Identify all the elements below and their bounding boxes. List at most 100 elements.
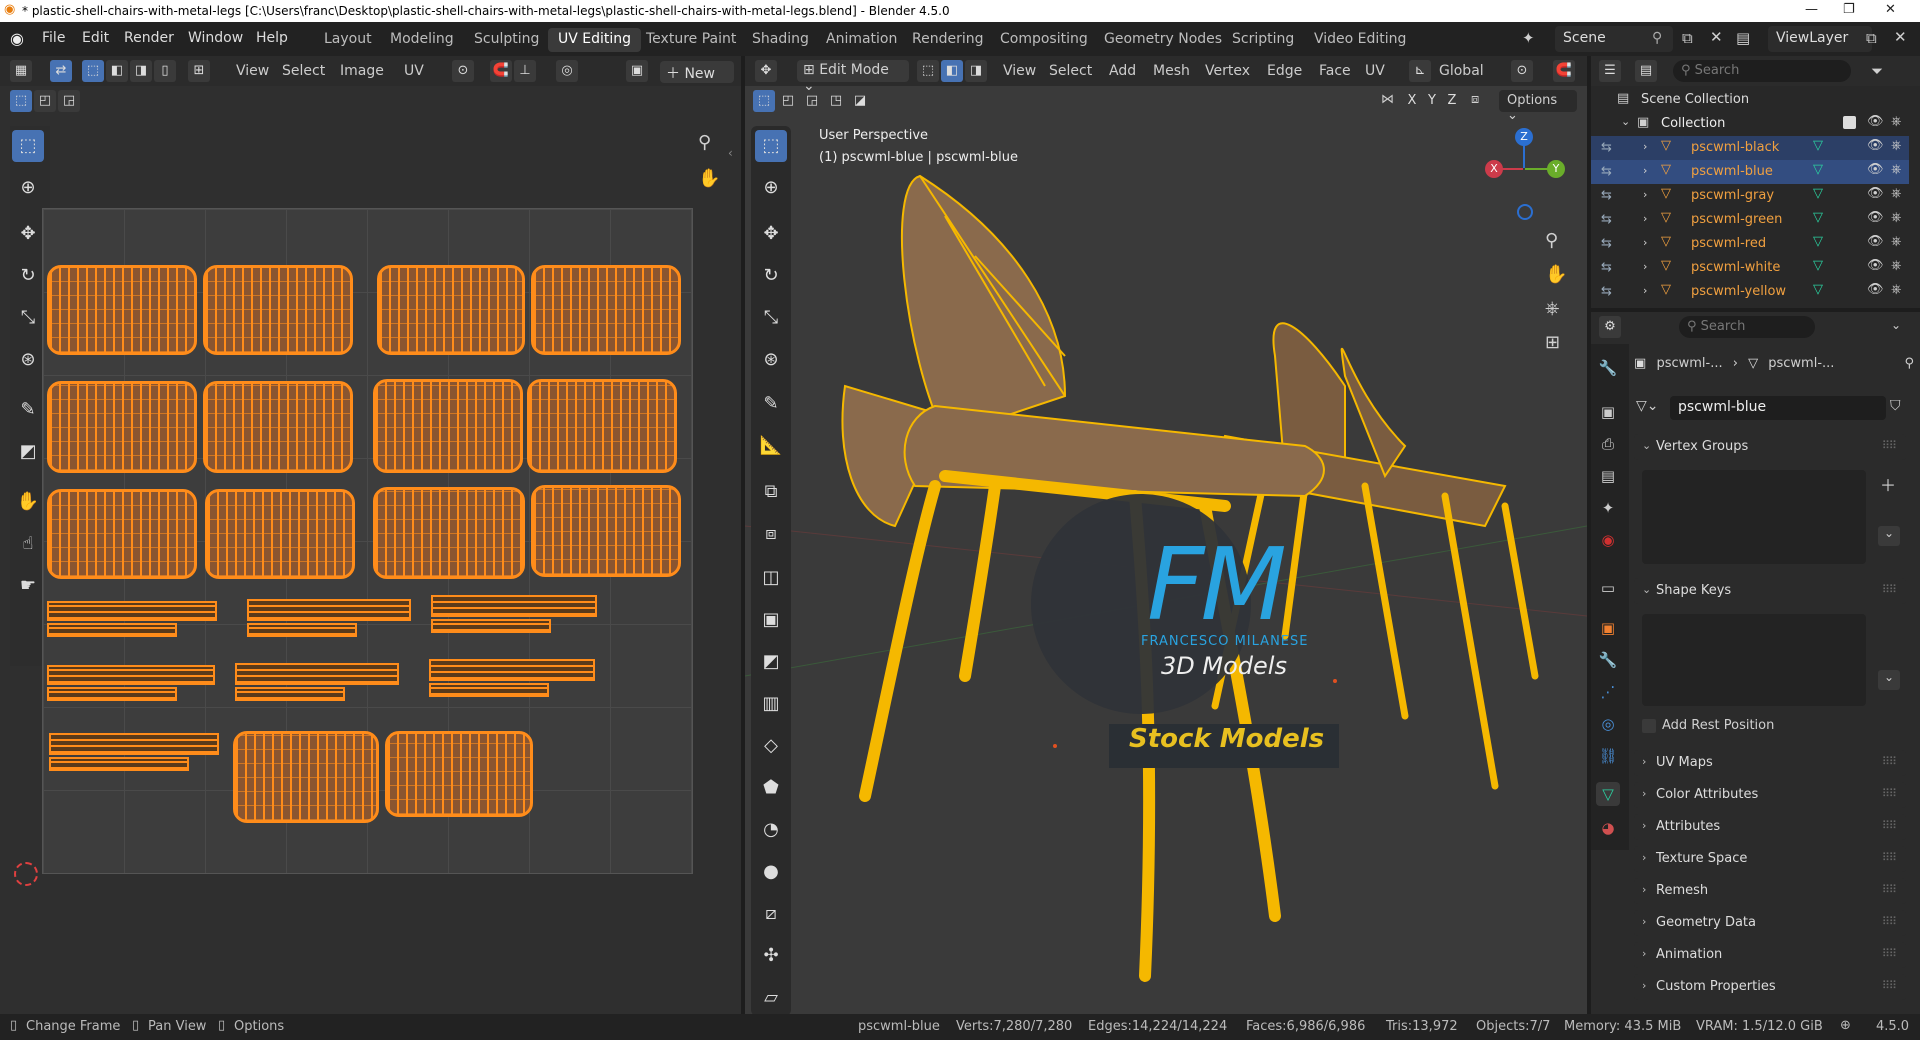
uv-leg-strip[interactable] [235, 687, 345, 701]
mesh-data-icon[interactable]: ▽ [1813, 210, 1823, 225]
vp-move-tool-icon[interactable]: ✥ [755, 218, 787, 250]
outliner-search[interactable]: ⚲ Search [1673, 60, 1851, 82]
vertex-groups-panel[interactable]: ⌄ Vertex Groups ⠿⠿ [1634, 434, 1906, 460]
scale-tool-icon[interactable]: ⤡ [12, 302, 44, 334]
uv-leg-strip[interactable] [429, 683, 549, 697]
outliner-object-row[interactable]: ⇆ › ▽ pscwml-green ▽ 👁 ⎈ [1591, 208, 1909, 232]
uv-island[interactable] [531, 485, 681, 577]
expand-icon[interactable]: ⌄ [1621, 115, 1630, 128]
object-name[interactable]: pscwml-gray [1691, 188, 1774, 203]
vp-pan-icon[interactable]: ✋ [1545, 264, 1567, 285]
uv-island[interactable] [205, 489, 355, 579]
remove-scene-icon[interactable]: ✕ [1710, 28, 1723, 46]
gizmo-neg-z-icon[interactable] [1517, 204, 1533, 220]
object-tab-icon[interactable]: ▣ [1596, 616, 1620, 640]
new-image-button[interactable]: ＋ New [660, 61, 734, 83]
remove-view-layer-icon[interactable]: ✕ [1894, 28, 1907, 46]
visibility-eye-icon[interactable]: 👁 [1867, 114, 1884, 129]
object-name[interactable]: pscwml-white [1691, 260, 1780, 275]
visibility-eye-icon[interactable]: 👁 [1867, 186, 1884, 201]
uv-island[interactable] [203, 265, 353, 355]
knife-tool-icon[interactable]: ◇ [755, 730, 787, 762]
display-mode-icon[interactable]: ▤ [1635, 60, 1657, 82]
uv-leg-strip[interactable] [47, 601, 217, 621]
visibility-eye-icon[interactable]: 👁 [1867, 258, 1884, 273]
3d-viewport[interactable]: ✥ ⊞ Edit Mode ⌄ ⬚ ◧ ◨ View Select Add Me… [745, 56, 1587, 1014]
object-state-icon[interactable]: ⇆ [1601, 164, 1612, 179]
add-primitive-tool-icon[interactable]: ⧈ [755, 518, 787, 550]
select-extend-icon[interactable]: ◰ [34, 90, 56, 112]
outliner-object-row[interactable]: ⇆ › ▽ pscwml-black ▽ 👁 ⎈ [1591, 136, 1909, 160]
maximize-icon[interactable]: ❐ [1843, 2, 1855, 17]
uv-leg-strip[interactable] [235, 663, 399, 685]
visibility-eye-icon[interactable]: 👁 [1867, 234, 1884, 249]
material-tab-icon[interactable]: ◕ [1596, 816, 1620, 840]
relax-tool-icon[interactable]: ☝ [12, 528, 44, 560]
menu-render[interactable]: Render [124, 30, 174, 46]
uv-leg-strip[interactable] [431, 619, 551, 633]
move-tool-icon[interactable]: ✥ [12, 218, 44, 250]
drag-handle-icon[interactable]: ⠿⠿ [1882, 979, 1897, 992]
gizmo-x-icon[interactable]: X [1485, 160, 1503, 178]
shear-tool-icon[interactable]: ▱ [755, 982, 787, 1014]
expand-icon[interactable]: › [1643, 188, 1647, 201]
mesh-data-icon[interactable]: ▽ [1813, 186, 1823, 201]
tab-modeling[interactable]: Modeling [380, 28, 464, 52]
render-camera-icon[interactable]: ⎈ [1891, 210, 1901, 225]
uv-leg-strip[interactable] [431, 595, 597, 617]
expand-icon[interactable]: › [1643, 236, 1647, 249]
uv-menu-uv[interactable]: UV [400, 61, 428, 83]
tab-scripting[interactable]: Scripting [1222, 28, 1304, 52]
visibility-eye-icon[interactable]: 👁 [1867, 162, 1884, 177]
vp-zoom-icon[interactable]: ⚲ [1545, 230, 1558, 251]
panel-uv-maps[interactable]: › UV Maps ⠿⠿ [1634, 750, 1906, 776]
panel-attributes[interactable]: › Attributes ⠿⠿ [1634, 814, 1906, 840]
vertex-select-icon[interactable]: ⬚ [82, 60, 104, 82]
tab-video-editing[interactable]: Video Editing [1304, 28, 1416, 52]
edge-slide-tool-icon[interactable]: ⧄ [755, 898, 787, 930]
tab-geometry-nodes[interactable]: Geometry Nodes [1094, 28, 1232, 52]
outliner-object-row[interactable]: ⇆ › ▽ pscwml-red ▽ 👁 ⎈ [1591, 232, 1909, 256]
collection-tab-icon[interactable]: ▭ [1596, 576, 1620, 600]
tab-sculpting[interactable]: Sculpting [464, 28, 549, 52]
drag-handle-icon[interactable]: ⠿⠿ [1882, 883, 1897, 896]
edge-select-icon[interactable]: ◧ [106, 60, 128, 82]
rip-tool-icon[interactable]: ◩ [12, 436, 44, 468]
smooth-tool-icon[interactable]: ● [755, 856, 787, 888]
shape-keys-panel[interactable]: ⌄ Shape Keys ⠿⠿ [1634, 578, 1906, 604]
grab-tool-icon[interactable]: ✋ [12, 486, 44, 518]
uv-island[interactable] [373, 487, 525, 579]
snap-icon[interactable]: 🧲 [490, 60, 512, 82]
object-name[interactable]: pscwml-blue [1691, 164, 1773, 179]
add-vertex-group-icon[interactable]: ＋ [1880, 472, 1896, 496]
proportional-edit-icon[interactable]: ◎ [556, 60, 578, 82]
face-select-icon[interactable]: ◨ [130, 60, 152, 82]
view-layer-selector[interactable]: ViewLayer [1768, 26, 1872, 52]
uv-leg-strip[interactable] [49, 733, 219, 755]
island-select-icon[interactable]: ▯ [154, 60, 176, 82]
outliner-object-row[interactable]: ⇆ › ▽ pscwml-yellow ▽ 👁 ⎈ [1591, 280, 1909, 304]
select-tool-icon[interactable]: ⬚ [12, 130, 44, 162]
rotate-tool-icon[interactable]: ↻ [12, 260, 44, 292]
poly-build-tool-icon[interactable]: ⬟ [755, 772, 787, 804]
panel-remesh[interactable]: › Remesh ⠿⠿ [1634, 878, 1906, 904]
uv-leg-strip[interactable] [247, 599, 411, 621]
render-camera-icon[interactable]: ⎈ [1891, 114, 1901, 129]
expand-icon[interactable]: › [1643, 260, 1647, 273]
scene-icon[interactable]: ✦ [1522, 29, 1535, 47]
world-tab-icon[interactable]: ◉ [1596, 528, 1620, 552]
properties-editor-type-icon[interactable]: ⚙ [1599, 316, 1621, 338]
shape-key-menu-icon[interactable]: ⌄ [1878, 670, 1900, 690]
uv-island[interactable] [47, 381, 197, 473]
vp-measure-tool-icon[interactable]: 📐 [755, 430, 787, 462]
modifier-tab-icon[interactable]: 🔧 [1596, 648, 1620, 672]
output-tab-icon[interactable]: ⎙ [1596, 432, 1620, 456]
uv-menu-view[interactable]: View [232, 61, 273, 83]
drag-handle-icon[interactable]: ⠿⠿ [1882, 947, 1897, 960]
add-rest-checkbox[interactable] [1642, 719, 1656, 733]
uv-leg-strip[interactable] [47, 665, 215, 685]
object-name[interactable]: pscwml-black [1691, 140, 1779, 155]
outliner-object-row[interactable]: ⇆ › ▽ pscwml-blue ▽ 👁 ⎈ [1591, 160, 1909, 184]
pin-breadcrumb-icon[interactable]: ⚲ [1904, 356, 1914, 371]
view-layer-icon[interactable]: ▤ [1736, 29, 1750, 47]
